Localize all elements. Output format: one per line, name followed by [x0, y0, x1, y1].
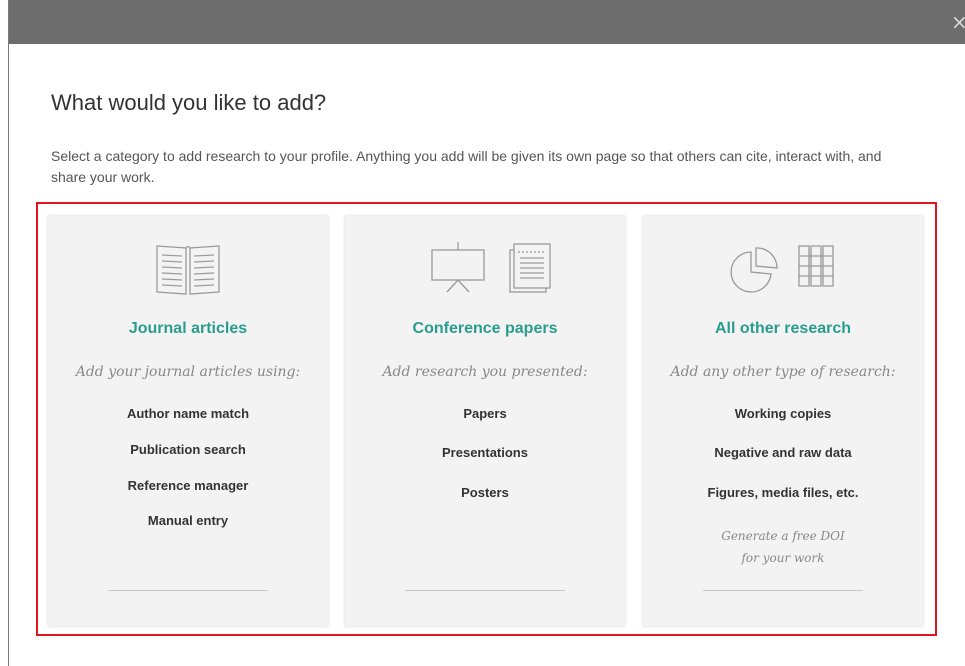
card-icons — [345, 236, 625, 296]
data-table-icon — [798, 245, 834, 287]
document-icon — [509, 243, 551, 293]
option-author-name-match[interactable]: Author name match — [48, 406, 328, 421]
presentation-board-icon — [431, 242, 485, 293]
option-reference-manager[interactable]: Reference manager — [48, 478, 328, 493]
option-papers[interactable]: Papers — [345, 406, 625, 421]
pie-chart-icon — [730, 247, 778, 293]
card-icons — [48, 236, 328, 296]
card-divider — [703, 590, 863, 591]
conference-icons — [431, 242, 551, 293]
option-presentations[interactable]: Presentations — [345, 445, 625, 460]
option-negative-and-raw-data[interactable]: Negative and raw data — [643, 445, 923, 460]
option-publication-search[interactable]: Publication search — [48, 442, 328, 457]
doi-note-line-2: for your work — [741, 551, 825, 565]
journal-articles-card[interactable]: Journal articles Add your journal articl… — [48, 216, 328, 626]
dialog-description: Select a category to add research to you… — [51, 148, 882, 185]
card-subtitle: Add your journal articles using: — [75, 364, 301, 380]
card-title[interactable]: Conference papers — [345, 320, 625, 338]
option-posters[interactable]: Posters — [345, 485, 625, 500]
dialog-header-bar: × — [9, 0, 965, 44]
open-book-icon — [156, 245, 220, 295]
card-divider — [108, 590, 268, 591]
dialog-title: What would you like to add? — [51, 90, 327, 115]
option-manual-entry[interactable]: Manual entry — [48, 513, 328, 528]
card-subtitle: Add research you presented: — [382, 364, 588, 380]
card-divider — [405, 590, 565, 591]
option-figures-media-files[interactable]: Figures, media files, etc. — [643, 485, 923, 500]
doi-note-line-1: Generate a free DOI — [721, 529, 845, 543]
close-icon[interactable]: × — [951, 12, 965, 32]
all-other-research-card[interactable]: All other research Add any other type of… — [643, 216, 923, 626]
card-title[interactable]: Journal articles — [48, 320, 328, 338]
card-subtitle: Add any other type of research: — [670, 364, 896, 380]
card-icons — [643, 236, 923, 296]
option-working-copies[interactable]: Working copies — [643, 406, 923, 421]
conference-papers-card[interactable]: Conference papers Add research you prese… — [345, 216, 625, 626]
other-research-icons — [730, 245, 834, 293]
card-title[interactable]: All other research — [643, 320, 923, 338]
